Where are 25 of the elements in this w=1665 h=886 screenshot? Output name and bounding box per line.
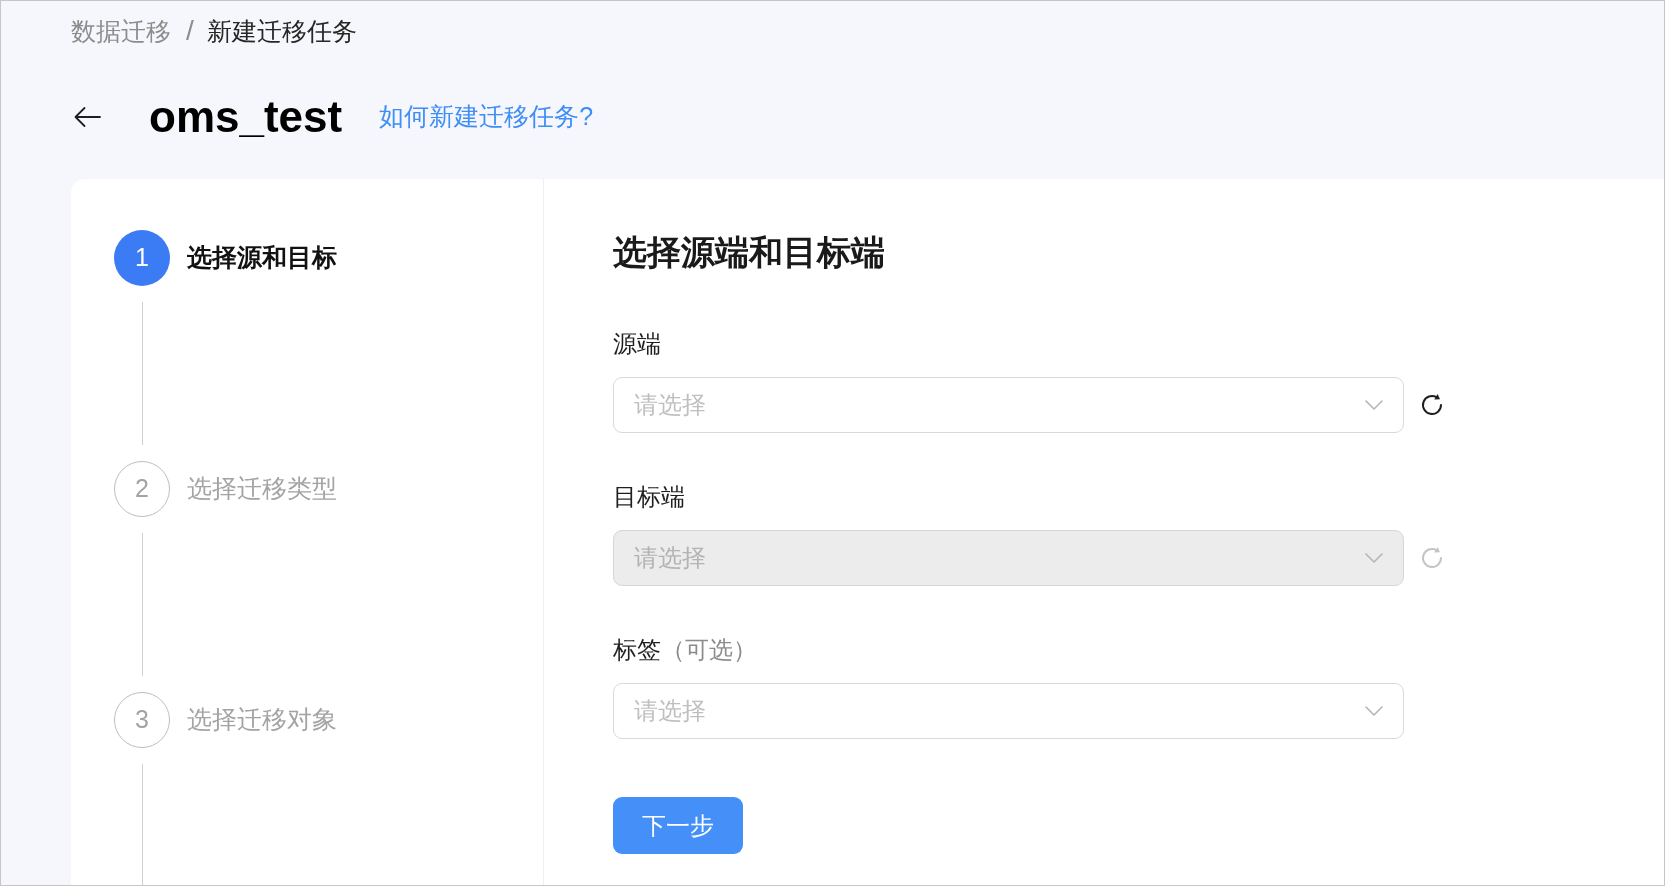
select-field: 请选择 [613, 530, 1404, 586]
breadcrumb-current: 新建迁移任务 [206, 16, 357, 47]
step-number: 1 [114, 230, 170, 286]
help-link[interactable]: 如何新建迁移任务? [379, 98, 594, 136]
next-step-button[interactable]: 下一步 [613, 797, 743, 854]
breadcrumb-link[interactable]: 数据迁移 [71, 14, 171, 48]
field-label: 源端 [613, 329, 661, 359]
chevron-down-icon [1365, 400, 1383, 410]
step-label: 选择源和目标 [187, 242, 337, 274]
refresh-icon[interactable] [1420, 393, 1444, 417]
field-label: 目标端 [613, 482, 685, 512]
step-number: 3 [114, 692, 170, 748]
step-label: 选择迁移对象 [187, 704, 337, 736]
select-field[interactable]: 请选择 [613, 377, 1404, 433]
step-label: 选择迁移类型 [187, 473, 337, 505]
optional-note: （可选） [661, 635, 757, 665]
chevron-down-icon [1365, 553, 1383, 563]
page-title: oms_test [149, 91, 343, 143]
breadcrumb-separator: / [186, 14, 194, 48]
form-heading: 选择源端和目标端 [613, 232, 886, 272]
select-field[interactable]: 请选择 [613, 683, 1404, 739]
back-arrow-icon[interactable] [73, 106, 101, 128]
field-label: 标签 [613, 635, 661, 665]
chevron-down-icon [1365, 706, 1383, 716]
step-number: 2 [114, 461, 170, 517]
